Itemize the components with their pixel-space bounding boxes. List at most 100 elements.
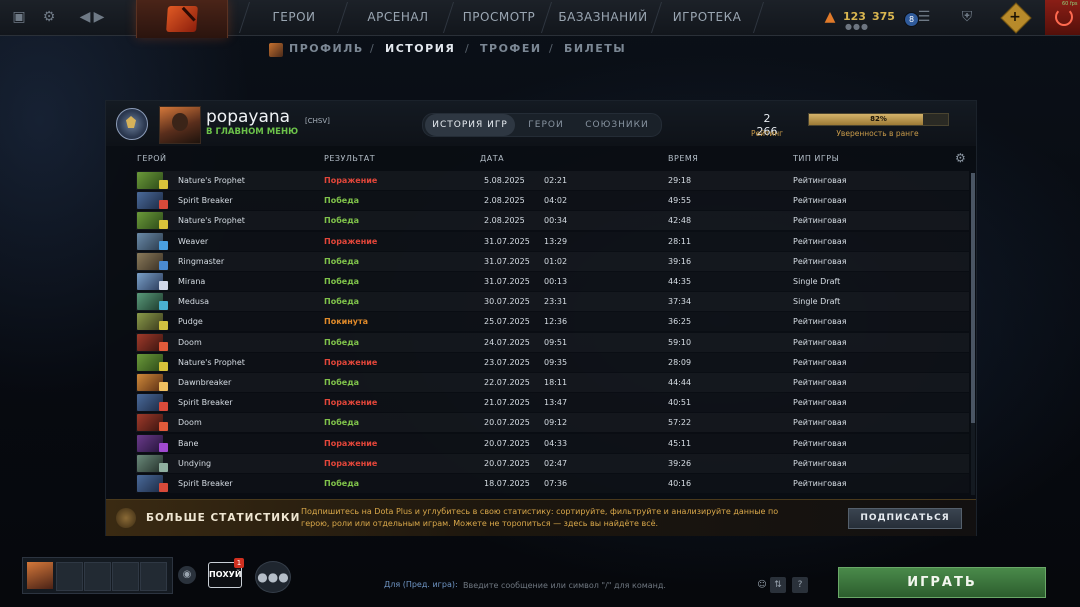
nav-heroes[interactable]: ГЕРОИ [250,0,338,35]
plus-icon: + [1009,9,1021,25]
match-duration: 57:22 [668,418,692,428]
match-date: 5.08.2025 [484,176,525,185]
profile-sub-nav: ПРОФИЛЬ / ИСТОРИЯ / ТРОФЕИ / БИЛЕТЫ [0,40,1080,58]
hero-name: Spirit Breaker [178,196,233,206]
rating-label: Рейтинг [750,129,784,138]
match-duration: 40:51 [668,398,692,408]
hero-name: Undying [178,458,212,468]
resource-2-value: 375 [872,10,895,23]
gear-icon[interactable]: ⚙ [955,152,967,164]
history-tabs: ИСТОРИЯ ИГР ГЕРОИ СОЮЗНИКИ [422,113,662,137]
subnav-tickets[interactable]: БИЛЕТЫ [564,42,626,55]
role-badge-icon [159,180,168,189]
match-date: 31.07.2025 [484,277,530,286]
game-type: Single Draft [793,297,841,307]
match-duration: 28:11 [668,236,692,246]
tab-allies[interactable]: СОЮЗНИКИ [575,114,659,136]
match-date: 25.07.2025 [484,317,530,327]
forward-arrow-icon[interactable]: ▶ [90,8,108,26]
party-slot[interactable] [112,562,139,591]
group-icon[interactable]: ●●● [255,561,291,593]
match-duration: 44:35 [668,277,692,286]
game-type: Рейтинговая [793,337,847,347]
column-header-hero[interactable]: ГЕРОЙ [137,154,167,163]
play-button[interactable]: ИГРАТЬ [838,567,1046,598]
avatar[interactable] [159,106,201,144]
table-row[interactable]: Pudge Покинута 25.07.2025 12:36 36:25 Рейтинг… [136,312,969,331]
match-duration: 45:11 [668,438,692,448]
match-time: 13:29 [544,236,568,246]
column-header-result[interactable]: РЕЗУЛЬТАТ [324,154,375,163]
table-row[interactable]: Doom Победа 24.07.2025 09:51 59:10 Рейтингова… [136,332,969,352]
emoji-icon[interactable]: ☺ [754,577,770,593]
game-type: Рейтинговая [793,398,847,408]
role-badge-icon [159,402,168,412]
subnav-profile[interactable]: ПРОФИЛЬ [289,42,364,55]
profile-header: popayana [CHSV] В ГЛАВНОМ МЕНЮ ИСТОРИЯ И… [106,101,976,146]
role-badge-icon [159,240,168,250]
table-row[interactable]: Spirit Breaker Поражение 21.07.2025 13:47 40… [136,393,969,412]
table-row[interactable]: Spirit Breaker Победа 2.08.2025 04:02 49:55 Р… [136,191,969,210]
profile-avatar-icon [269,43,283,57]
match-time: 09:35 [544,357,568,367]
party-avatar[interactable] [27,562,53,589]
rank-medal-icon[interactable] [116,108,148,140]
table-row[interactable]: Nature's Prophet Победа 2.08.2025 00:34 42:4… [136,211,969,231]
table-row[interactable]: Nature's Prophet Поражение 5.08.2025 02:21 2… [136,171,969,190]
column-header-date[interactable]: ДАТА [480,154,504,163]
chat-expand-icon[interactable]: ⇅ [770,577,786,593]
help-button[interactable]: ? [792,577,808,593]
match-list-scrollbar[interactable] [971,173,975,495]
tab-match-history[interactable]: ИСТОРИЯ ИГР [425,114,515,136]
subnav-history[interactable]: ИСТОРИЯ [385,42,455,55]
subscribe-button[interactable]: ПОДПИСАТЬСЯ [848,508,962,529]
tab-heroes[interactable]: ГЕРОИ [519,114,573,136]
match-duration: 59:10 [668,337,692,347]
subnav-trophies[interactable]: ТРОФЕИ [480,42,542,55]
voice-chat-icon[interactable]: ◉ [178,566,196,584]
game-type: Рейтинговая [793,176,847,185]
friends-icon[interactable]: ☰ [916,8,932,26]
match-result: Победа [324,216,360,226]
match-time: 01:02 [544,256,568,266]
column-header-duration[interactable]: ВРЕМЯ [668,154,698,163]
party-slot[interactable] [140,562,167,591]
table-row[interactable]: Medusa Победа 30.07.2025 23:31 37:34 Single D… [136,292,969,312]
table-row[interactable]: Ringmaster Победа 31.07.2025 01:02 39:16 Рейт… [136,251,969,271]
party-slot[interactable] [84,562,111,591]
match-result: Победа [324,277,360,286]
table-row[interactable]: Weaver Поражение 31.07.2025 13:29 28:11 Рейти… [136,232,969,251]
party-slot[interactable] [56,562,83,591]
chat-target-label[interactable]: Для (Пред. игра): [384,580,458,589]
role-badge-icon [159,382,168,391]
nav-armory[interactable]: АРСЕНАЛ [348,0,448,35]
column-header-game-type[interactable]: ТИП ИГРЫ [793,154,839,163]
table-row[interactable]: Bane Поражение 20.07.2025 04:33 45:11 Рейтинг… [136,434,969,453]
match-time: 04:02 [544,196,568,206]
nav-knowledge-base[interactable]: БАЗАЗНАНИЙ [552,0,654,35]
chat-input[interactable] [461,577,750,593]
table-row[interactable]: Dawnbreaker Победа 22.07.2025 18:11 44:44 Рей… [136,373,969,392]
role-badge-icon [159,260,168,270]
gear-icon[interactable]: ⚙ [40,8,58,26]
table-row[interactable]: Nature's Prophet Поражение 23.07.2025 09:35… [136,353,969,372]
table-row[interactable]: Doom Победа 20.07.2025 09:12 57:22 Рейтингова… [136,413,969,433]
nav-watch[interactable]: ПРОСМОТР [452,0,546,35]
match-list: Nature's Prophet Поражение 5.08.2025 02:21 2… [136,171,969,496]
match-time: 18:11 [544,378,568,387]
table-row[interactable]: Spirit Breaker Победа 18.07.2025 07:36 40:16… [136,474,969,493]
nav-arcade[interactable]: ИГРОТЕКА [660,0,754,35]
scrollbar-thumb[interactable] [971,173,975,423]
hero-name: Mirana [178,277,206,286]
table-row[interactable]: Undying Поражение 20.07.2025 02:47 39:26 Рейт… [136,453,969,473]
dota-logo-button[interactable] [136,0,228,38]
match-result: Победа [324,479,360,488]
shield-icon[interactable]: ⛨ [958,8,976,26]
store-icon[interactable]: ▣ [10,8,28,26]
table-row[interactable]: Mirana Победа 31.07.2025 00:13 44:35 Single D… [136,272,969,291]
role-badge-icon [159,200,168,210]
match-date: 2.08.2025 [484,196,525,206]
dota-logo-icon [166,6,198,32]
match-time: 09:51 [544,337,568,347]
hero-name: Nature's Prophet [178,176,245,185]
